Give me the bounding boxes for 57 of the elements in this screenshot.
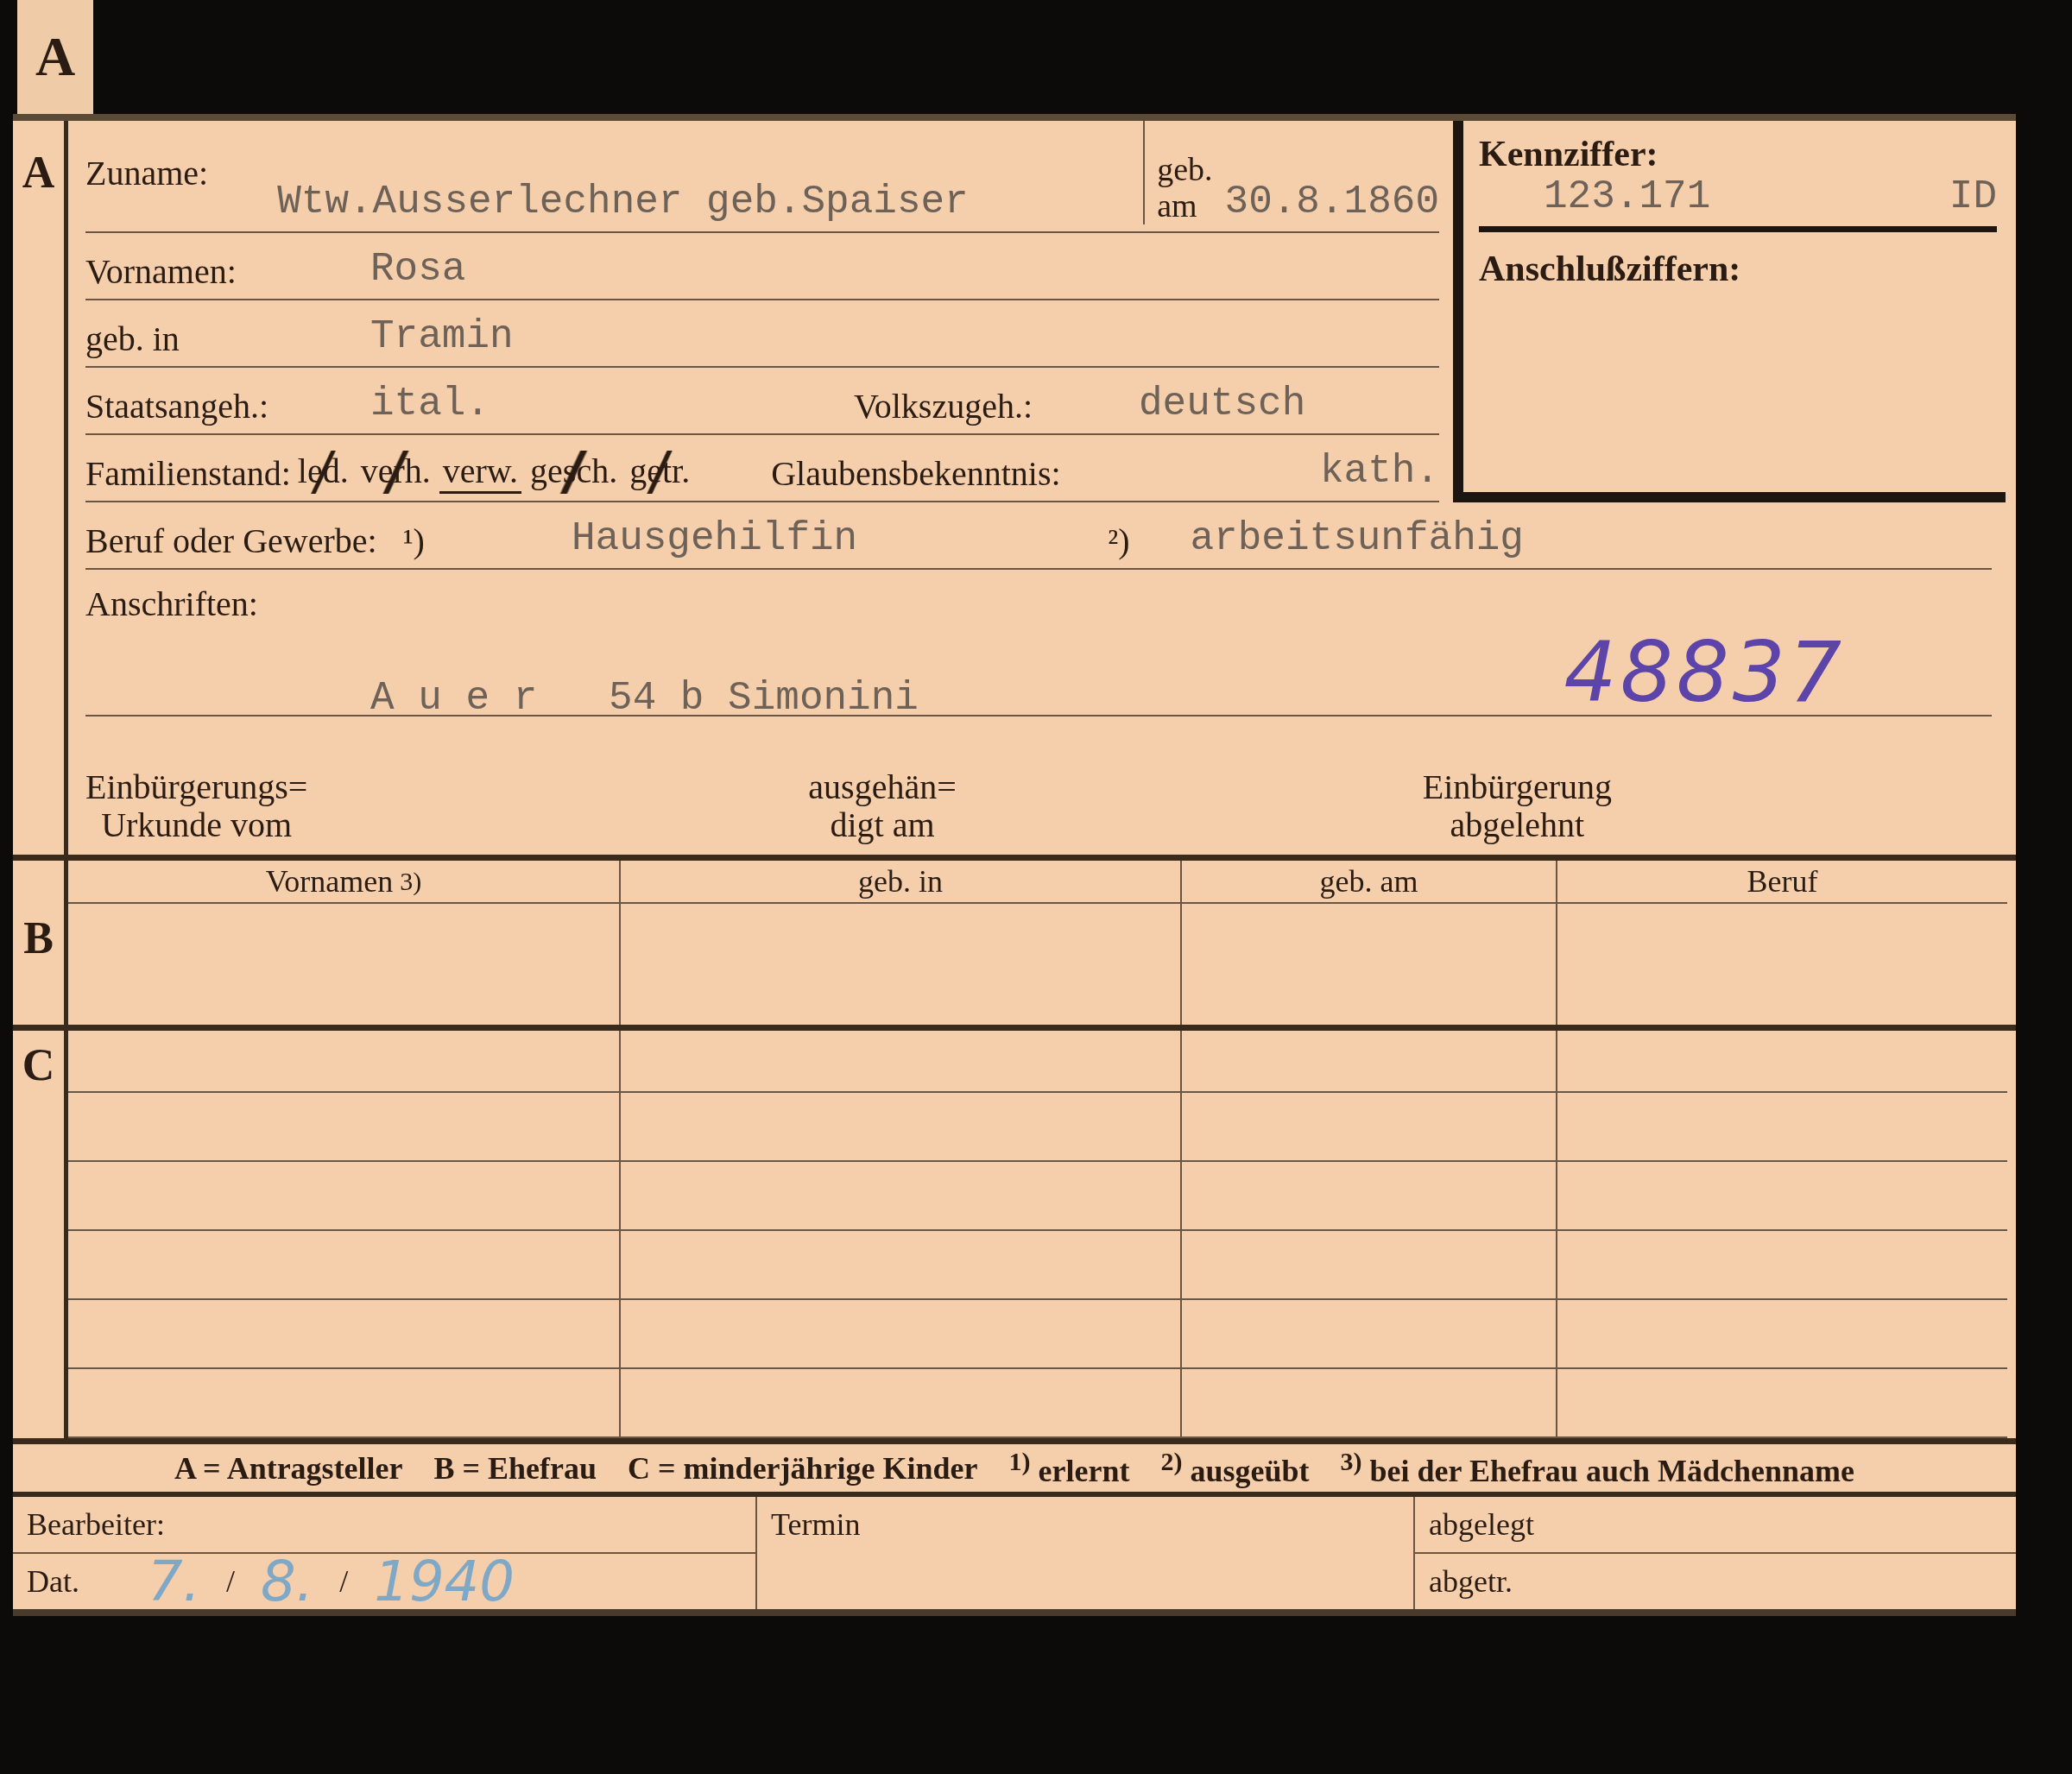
field-label: Einbürgerungs=	[85, 768, 308, 807]
handwritten-date: 8.	[261, 1550, 314, 1613]
field-label: Staatsangeh.:	[85, 386, 270, 426]
field-label: Termin	[771, 1506, 861, 1543]
section-letter: C	[13, 1031, 68, 1439]
legend-item: B = Ehefrau	[433, 1449, 597, 1487]
legend-item: A = Antragsteller	[174, 1449, 403, 1487]
field-label: Beruf oder Gewerbe:	[85, 521, 377, 561]
field-value: 123.171	[1544, 174, 1711, 219]
field-value: A u e r 54 b Simonini	[370, 676, 919, 721]
footnote-mark: ¹)	[402, 521, 425, 561]
field-value: Wtw.Ausserlechner geb.Spaiser	[276, 180, 970, 224]
field-label: Bearbeiter:	[27, 1506, 165, 1543]
section-letter: B	[13, 861, 68, 1026]
field-label: Kennziffer:	[1479, 133, 1659, 174]
field-value: 30.8.1860	[1224, 180, 1439, 224]
field-value: deutsch	[1139, 382, 1306, 426]
handwritten-date: 1940	[374, 1550, 515, 1613]
field-label: Urkunde vom	[101, 806, 293, 845]
legend-item: $^{2)}$ ausgeübt	[1160, 1447, 1310, 1490]
field-label: ausgehän=	[808, 768, 957, 807]
field-value: ID	[1949, 174, 1997, 219]
field-label: Anschlußziffern:	[1479, 248, 1742, 289]
field-label: Glaubensbekenntnis:	[771, 453, 1061, 494]
field-label: abgetr.	[1429, 1563, 1513, 1600]
field-value: Rosa	[370, 247, 466, 292]
legend-item: $^{3)}$ bei der Ehefrau auch Mädchenname	[1340, 1447, 1854, 1490]
field-value: Hausgehilfin	[571, 516, 858, 561]
column-header: Beruf	[1557, 861, 2007, 905]
field-label: geb.	[1157, 152, 1213, 189]
field-label: Vornamen:	[85, 251, 237, 292]
footnote-mark: ²)	[1108, 521, 1130, 561]
legend-item: $^{1)}$ erlernt	[1008, 1447, 1130, 1490]
field-label: Volkszugeh.:	[854, 386, 1034, 426]
field-value: kath.	[1319, 449, 1439, 494]
field-label: Dat.	[27, 1563, 80, 1600]
field-label: abgelehnt	[1450, 806, 1585, 845]
column-header: geb. am	[1182, 861, 1557, 905]
field-label: Einbürgerung	[1422, 768, 1612, 807]
field-value: arbeitsunfähig	[1190, 516, 1524, 561]
field-label: digt am	[830, 806, 935, 845]
section-letter: A	[13, 121, 68, 855]
handwritten-number: 48837	[1563, 624, 1845, 721]
field-label: geb. in	[85, 319, 180, 359]
field-label: Zuname:	[85, 152, 209, 193]
field-label: Familienstand:	[85, 453, 291, 494]
date-separator: /	[339, 1563, 349, 1600]
legend-item: C = minderjährige Kinder	[628, 1449, 978, 1487]
field-label: abgelegt	[1429, 1506, 1534, 1543]
status-option: verw.	[439, 451, 522, 494]
column-header: geb. in	[621, 861, 1182, 905]
handwritten-date: 7.	[148, 1550, 201, 1613]
field-value: Tramin	[370, 314, 514, 359]
field-value: ital.	[370, 382, 491, 426]
field-label: Anschriften:	[85, 584, 258, 624]
date-separator: /	[226, 1563, 236, 1600]
field-label: am	[1157, 188, 1198, 224]
